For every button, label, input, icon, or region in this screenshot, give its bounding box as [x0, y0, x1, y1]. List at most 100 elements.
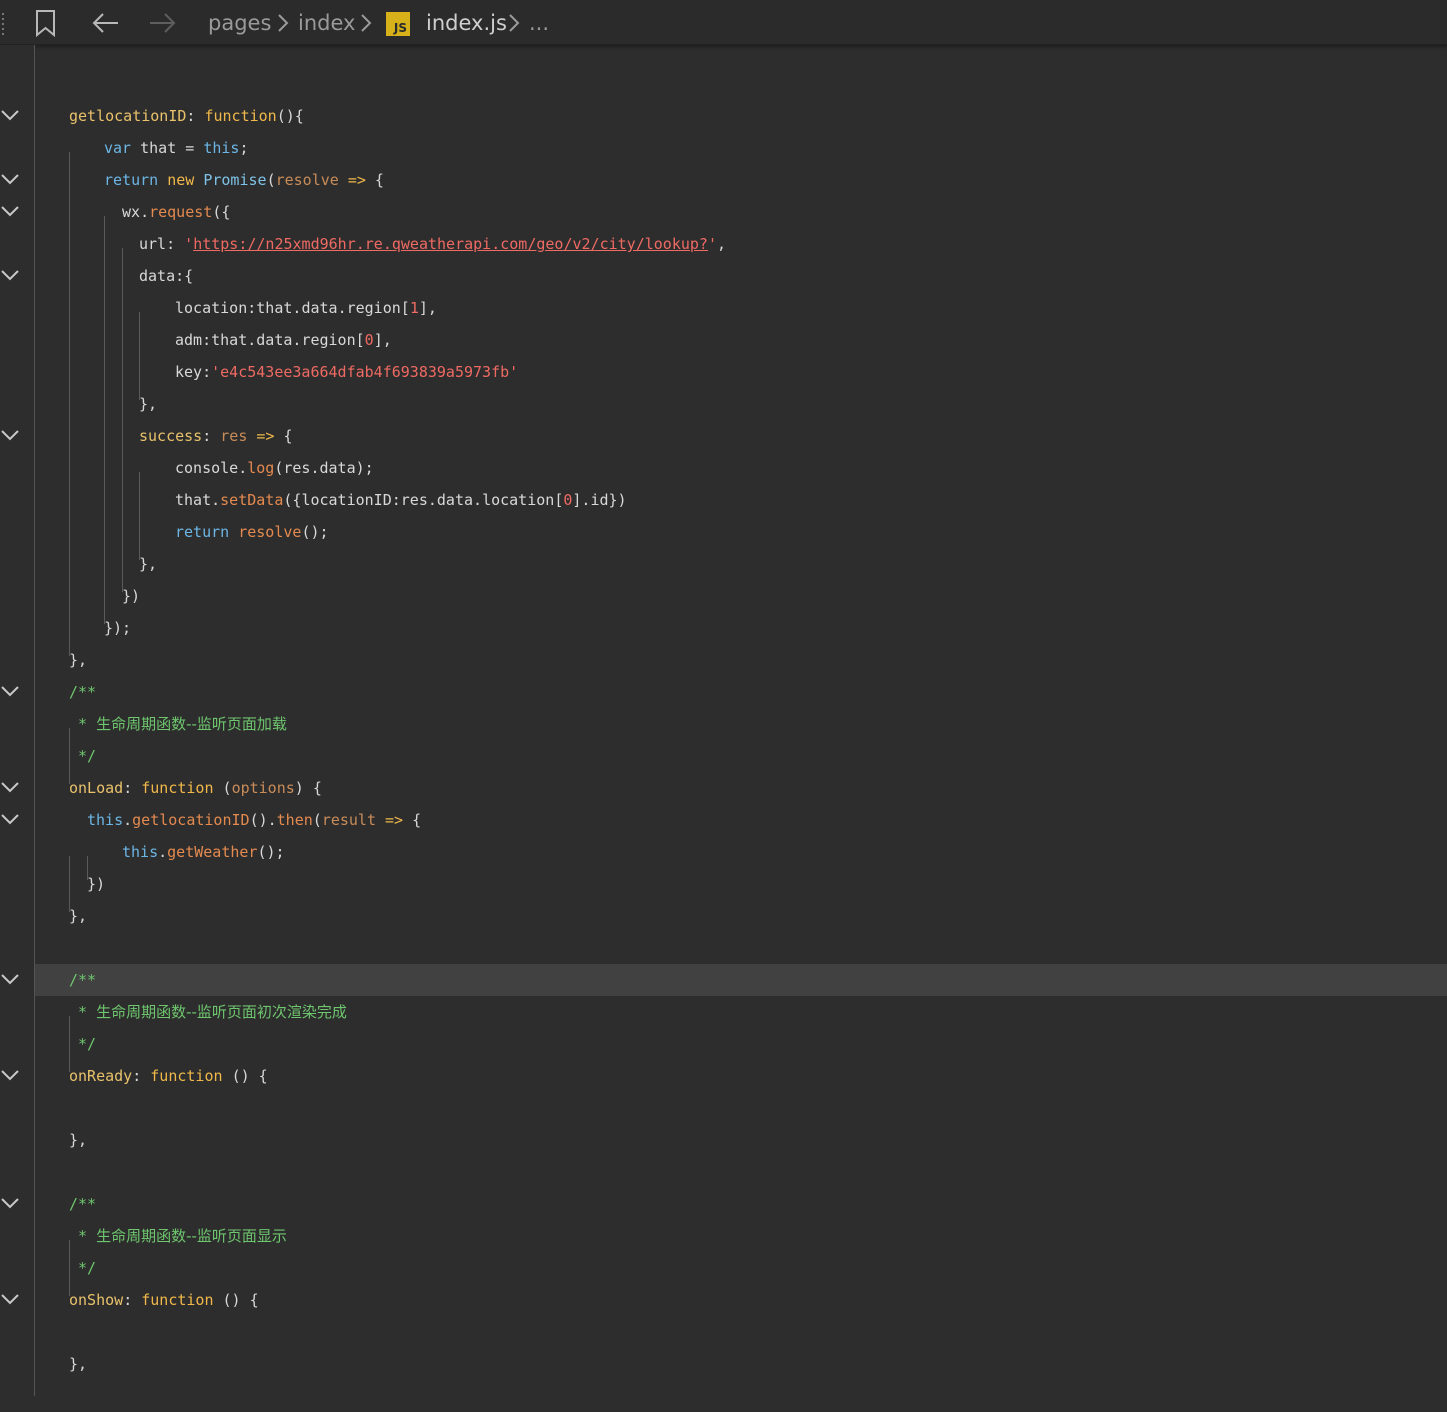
code-line[interactable]: console.log(res.data);	[35, 452, 1447, 484]
code-line[interactable]: * 生命周期函数--监听页面加载	[35, 708, 1447, 740]
drag-handle-icon[interactable]	[2, 10, 5, 35]
code-line[interactable]: adm:that.data.region[0],	[35, 324, 1447, 356]
code-token: );	[355, 459, 374, 477]
breadcrumb-more[interactable]: ...	[529, 9, 549, 37]
code-token: location	[482, 491, 555, 509]
code-token: =	[185, 139, 204, 157]
code-line[interactable]: */	[35, 740, 1447, 772]
code-line[interactable]: onReady: function () {	[35, 1060, 1447, 1092]
code-token: :	[391, 491, 401, 509]
back-arrow-icon[interactable]	[90, 9, 122, 37]
code-line[interactable]: that.setData({locationID:res.data.locati…	[35, 484, 1447, 516]
code-token: 0	[364, 331, 374, 349]
code-text: return resolve();	[175, 516, 329, 548]
code-line[interactable]: onShow: function () {	[35, 1284, 1447, 1316]
chevron-right-icon	[278, 14, 289, 32]
code-token: (	[266, 171, 276, 189]
code-text: },	[139, 388, 157, 420]
fold-chevron-icon[interactable]	[1, 1069, 19, 1081]
code-token: Promise	[203, 171, 267, 189]
code-line[interactable]: success: res => {	[35, 420, 1447, 452]
code-line[interactable]: })	[35, 580, 1447, 612]
code-token: :	[123, 779, 142, 797]
code-token: https://n25xmd96hr.re.qweatherapi.com/ge…	[193, 235, 708, 253]
code-line[interactable]: },	[35, 900, 1447, 932]
code-text: * 生命周期函数--监听页面加载	[78, 708, 287, 740]
code-token: },	[139, 395, 158, 413]
code-token: log	[247, 459, 275, 477]
code-line[interactable]: url: 'https://n25xmd96hr.re.qweatherapi.…	[35, 228, 1447, 260]
code-token: ({	[283, 491, 302, 509]
current-code-line[interactable]: /**	[35, 964, 1447, 996]
code-token: {	[365, 171, 384, 189]
code-line[interactable]: /**	[35, 1188, 1447, 1220]
code-token: },	[139, 555, 158, 573]
fold-chevron-icon[interactable]	[1, 269, 19, 281]
fold-chevron-icon[interactable]	[1, 109, 19, 121]
code-token: ],	[373, 331, 392, 349]
code-line[interactable]	[35, 1316, 1447, 1348]
fold-chevron-icon[interactable]	[1, 429, 19, 441]
code-token: success	[139, 427, 203, 445]
code-line[interactable]: */	[35, 1252, 1447, 1284]
code-line[interactable]: return new Promise(resolve => {	[35, 164, 1447, 196]
code-token: */	[78, 747, 97, 765]
code-line[interactable]: */	[35, 1028, 1447, 1060]
code-text: /**	[69, 964, 96, 996]
code-line[interactable]: onLoad: function (options) {	[35, 772, 1447, 804]
code-text: onReady: function () {	[69, 1060, 268, 1092]
code-line[interactable]: location:that.data.region[1],	[35, 292, 1447, 324]
code-token: console	[175, 459, 239, 477]
forward-arrow-icon[interactable]	[146, 9, 178, 37]
code-line[interactable]: },	[35, 644, 1447, 676]
breadcrumb-file[interactable]: index.js	[426, 9, 507, 37]
code-line[interactable]: data:{	[35, 260, 1447, 292]
code-token: });	[104, 619, 132, 637]
code-editor[interactable]: getlocationID: function(){var that = thi…	[35, 45, 1447, 1396]
code-line[interactable]: this.getWeather();	[35, 836, 1447, 868]
fold-chevron-icon[interactable]	[1, 1293, 19, 1305]
code-line[interactable]: getlocationID: function(){	[35, 100, 1447, 132]
breadcrumb-pages[interactable]: pages	[208, 9, 271, 37]
fold-chevron-icon[interactable]	[1, 1197, 19, 1209]
bookmark-icon[interactable]	[34, 9, 58, 37]
code-token: res	[220, 427, 248, 445]
fold-chevron-icon[interactable]	[1, 685, 19, 697]
fold-chevron-icon[interactable]	[1, 973, 19, 985]
code-line[interactable]: },	[35, 1124, 1447, 1156]
code-line[interactable]: return resolve();	[35, 516, 1447, 548]
code-line[interactable]	[35, 1156, 1447, 1188]
code-line[interactable]: },	[35, 1348, 1447, 1380]
code-line[interactable]: * 生命周期函数--监听页面显示	[35, 1220, 1447, 1252]
code-line[interactable]: * 生命周期函数--监听页面初次渲染完成	[35, 996, 1447, 1028]
code-token: .	[123, 811, 133, 829]
code-token: data	[256, 331, 293, 349]
code-text: onShow: function () {	[69, 1284, 259, 1316]
code-line[interactable]: },	[35, 548, 1447, 580]
code-token: :	[202, 427, 221, 445]
code-token: region	[346, 299, 401, 317]
code-line[interactable]	[35, 932, 1447, 964]
code-line[interactable]	[35, 1092, 1447, 1124]
code-line[interactable]: var that = this;	[35, 132, 1447, 164]
code-token: .	[247, 331, 257, 349]
fold-chevron-icon[interactable]	[1, 781, 19, 793]
fold-chevron-icon[interactable]	[1, 173, 19, 185]
code-line[interactable]: })	[35, 868, 1447, 900]
code-token: :	[202, 363, 212, 381]
code-token: return	[175, 523, 239, 541]
breadcrumb-index[interactable]: index	[298, 9, 355, 37]
code-line[interactable]	[35, 68, 1447, 100]
code-line[interactable]: });	[35, 612, 1447, 644]
code-line[interactable]: this.getlocationID().then(result => {	[35, 804, 1447, 836]
code-line[interactable]: /**	[35, 676, 1447, 708]
indent-guide	[104, 216, 105, 624]
fold-chevron-icon[interactable]	[1, 813, 19, 825]
code-line[interactable]: },	[35, 388, 1447, 420]
code-line[interactable]: key:'e4c543ee3a664dfab4f693839a5973fb'	[35, 356, 1447, 388]
code-line[interactable]	[35, 1380, 1447, 1412]
fold-chevron-icon[interactable]	[1, 205, 19, 217]
code-line[interactable]: wx.request({	[35, 196, 1447, 228]
code-token: :	[186, 107, 205, 125]
